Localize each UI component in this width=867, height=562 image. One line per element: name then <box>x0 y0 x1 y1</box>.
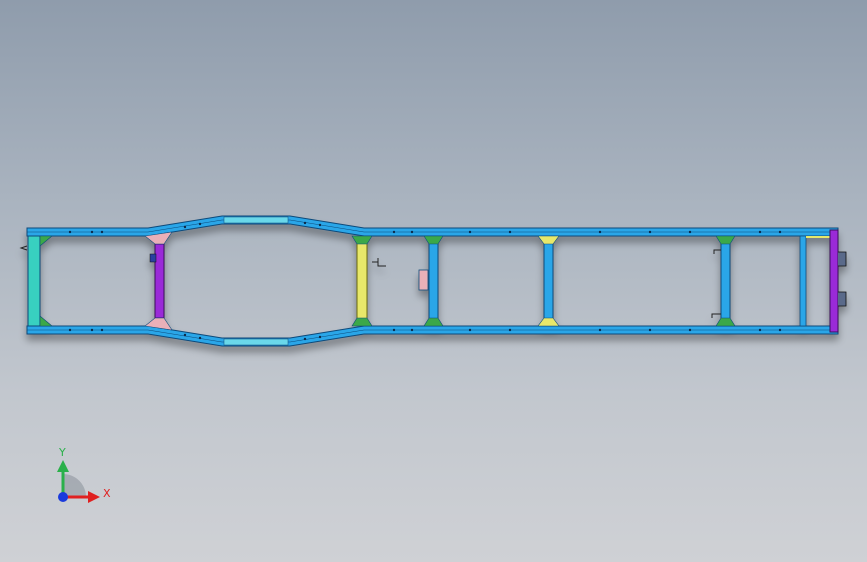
gusset-4-top <box>423 235 444 245</box>
bracket-plate <box>418 269 429 291</box>
gusset-front-bottom <box>39 315 53 327</box>
chassis-frame-model[interactable] <box>19 215 847 347</box>
rear-end-plate[interactable] <box>829 229 839 333</box>
bracket-6-top <box>713 249 721 254</box>
gusset-3-bottom <box>351 317 373 327</box>
bracket-6-bottom <box>711 313 721 318</box>
coordinate-triad[interactable]: Y X <box>57 446 111 503</box>
gusset-6-top <box>715 235 736 245</box>
crossmember-5[interactable] <box>543 241 554 321</box>
z-axis-dot-icon <box>58 492 68 502</box>
gusset-5-bottom <box>537 317 560 327</box>
x-axis-arrow-icon <box>88 491 100 503</box>
tow-hook-bottom-icon <box>838 291 847 307</box>
crossmember-4[interactable] <box>428 241 439 321</box>
crossmember-2[interactable] <box>154 243 165 319</box>
cad-viewport[interactable]: Y X <box>0 0 867 562</box>
rail-insert-top <box>223 216 289 224</box>
y-axis-label: Y <box>58 446 66 459</box>
gusset-4-bottom <box>423 317 444 327</box>
gusset-front-top <box>39 235 53 247</box>
x-axis-label: X <box>103 487 111 500</box>
front-hook-icon <box>19 245 28 251</box>
bracket-2 <box>149 253 157 263</box>
side-rail-top[interactable] <box>26 215 839 237</box>
crossmember-front[interactable] <box>27 235 41 327</box>
gusset-6-bottom <box>715 317 736 327</box>
rear-yellow-strip <box>806 236 830 238</box>
bracket-3 <box>372 258 386 267</box>
crossmember-rear[interactable] <box>799 235 807 327</box>
rail-insert-bottom <box>223 338 289 346</box>
crossmember-3[interactable] <box>356 241 368 321</box>
y-axis-arrow-icon <box>57 460 69 472</box>
gusset-3-top <box>351 235 373 245</box>
gusset-5-top <box>537 235 560 245</box>
crossmember-6[interactable] <box>720 241 731 321</box>
tow-hook-top-icon <box>838 251 847 267</box>
side-rail-bottom[interactable] <box>26 325 839 347</box>
